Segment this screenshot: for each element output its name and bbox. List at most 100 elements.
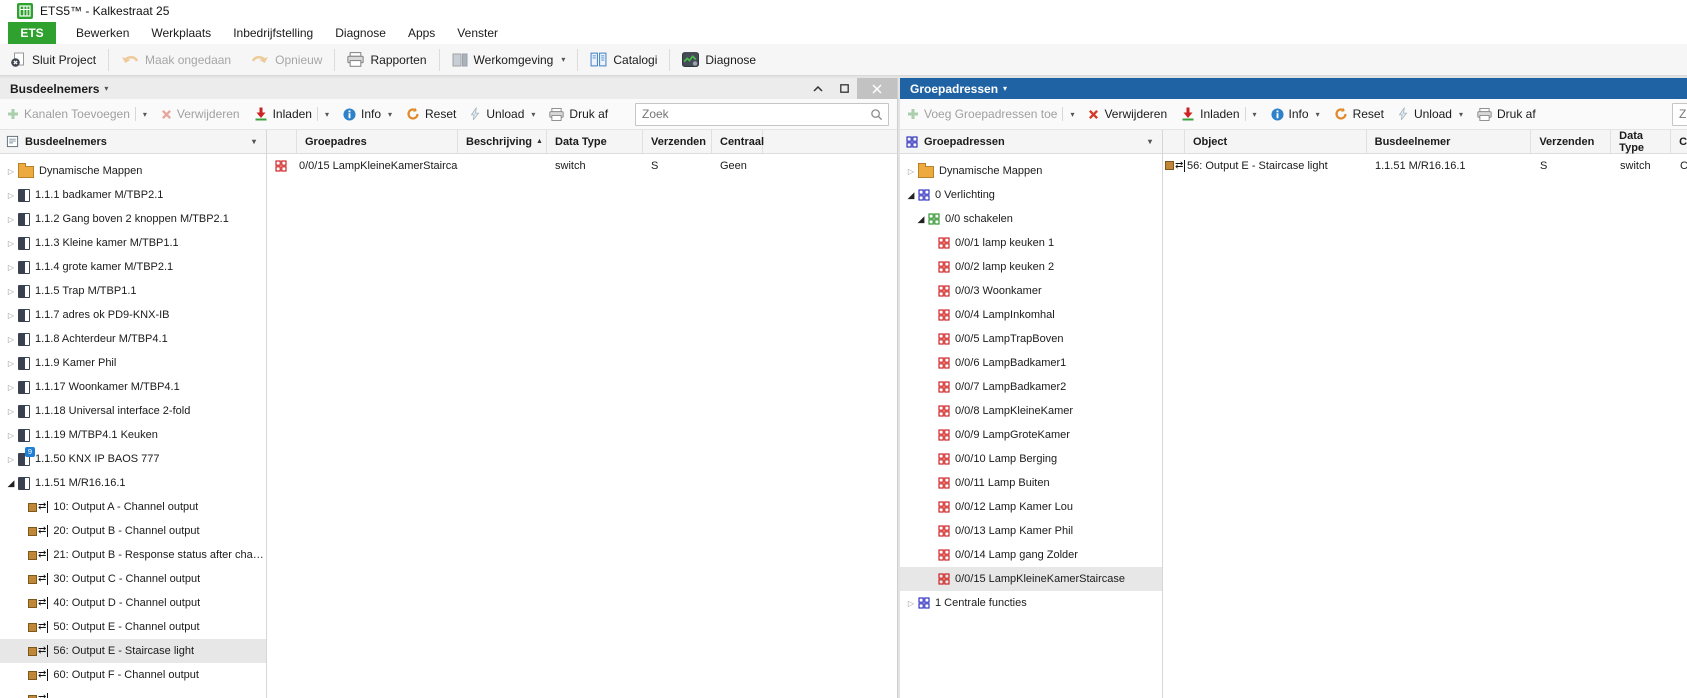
expander-collapsed-icon[interactable]: ▷ xyxy=(4,215,18,224)
menu-inbedrijfstelling[interactable]: Inbedrijfstelling xyxy=(222,22,324,44)
column-beschrijving[interactable]: Beschrijving▲ xyxy=(458,130,547,153)
tree-item[interactable]: 0/0/2 lamp keuken 2 xyxy=(900,255,1162,279)
tree-item[interactable]: ▷Dynamische Mappen xyxy=(0,159,266,183)
tree-item[interactable]: ▷1.1.4 grote kamer M/TBP2.1 xyxy=(0,255,266,279)
tree-item[interactable]: ▷Dynamische Mappen xyxy=(900,159,1162,183)
chevron-down-icon[interactable]: ▾ xyxy=(1003,84,1007,93)
expander-collapsed-icon[interactable]: ▷ xyxy=(4,191,18,200)
tree-item[interactable]: ▷1.1.7 adres ok PD9-KNX-IB xyxy=(0,303,266,327)
close-panel-button[interactable] xyxy=(857,78,897,99)
expander-collapsed-icon[interactable]: ▷ xyxy=(4,263,18,272)
tree-item[interactable]: ▷1.1.5 Trap M/TBP1.1 xyxy=(0,279,266,303)
expander-collapsed-icon[interactable]: ▷ xyxy=(4,239,18,248)
tree-item[interactable]: 0/0/14 Lamp gang Zolder xyxy=(900,543,1162,567)
tree-item[interactable]: 0/0/6 LampBadkamer1 xyxy=(900,351,1162,375)
tree-item[interactable]: ⇄21: Output B - Response status after ch… xyxy=(0,543,266,567)
expander-collapsed-icon[interactable]: ▷ xyxy=(4,431,18,440)
tree-item[interactable]: ▷91.1.50 KNX IP BAOS 777 xyxy=(0,447,266,471)
tree-item[interactable]: ▷1.1.3 Kleine kamer M/TBP1.1 xyxy=(0,231,266,255)
unload-button[interactable]: Unload ▾ xyxy=(1391,99,1470,129)
tree-item[interactable]: ▷1 Centrale functies xyxy=(900,591,1162,615)
tree-item[interactable]: ⇄20: Output B - Channel output xyxy=(0,519,266,543)
tree-item[interactable]: 0/0/15 LampKleineKamerStaircase xyxy=(900,567,1162,591)
expander-collapsed-icon[interactable]: ▷ xyxy=(4,167,18,176)
tree-item[interactable]: ▷1.1.17 Woonkamer M/TBP4.1 xyxy=(0,375,266,399)
unload-button[interactable]: Unload ▾ xyxy=(463,99,542,129)
reports-button[interactable]: Rapporten xyxy=(337,44,436,75)
tree-item[interactable]: 0/0/11 Lamp Buiten xyxy=(900,471,1162,495)
reset-button[interactable]: Reset xyxy=(1327,99,1391,129)
expander-collapsed-icon[interactable]: ▷ xyxy=(4,383,18,392)
diagnostics-button[interactable]: Diagnose xyxy=(672,44,766,75)
column-centraal[interactable]: C xyxy=(1671,130,1687,153)
tree-item[interactable]: ⇄60: Output F - Channel output xyxy=(0,663,266,687)
table-row[interactable]: 0/0/15 LampKleineKamerStaircase switch S… xyxy=(267,154,897,177)
expander-collapsed-icon[interactable]: ▷ xyxy=(4,311,18,320)
info-button[interactable]: Info ▾ xyxy=(336,99,399,129)
column-data-type[interactable]: Data Type xyxy=(1611,130,1671,153)
tree-item[interactable]: ▷1.1.2 Gang boven 2 knoppen M/TBP2.1 xyxy=(0,207,266,231)
devices-tree-header[interactable]: Busdeelnemers ▾ xyxy=(0,130,266,154)
add-group-addresses-button[interactable]: Voeg Groepadressen toe ▾ xyxy=(900,99,1081,129)
expander-collapsed-icon[interactable]: ▷ xyxy=(4,407,18,416)
tree-item[interactable]: ⇄40: Output D - Channel output xyxy=(0,591,266,615)
tree-item[interactable]: ▷1.1.9 Kamer Phil xyxy=(0,351,266,375)
tree-item[interactable]: ⇄ xyxy=(0,687,266,698)
menu-bewerken[interactable]: Bewerken xyxy=(65,22,140,44)
expander-expanded-icon[interactable]: ◢ xyxy=(4,478,18,489)
tree-item[interactable]: ▷1.1.19 M/TBP4.1 Keuken xyxy=(0,423,266,447)
tree-item[interactable]: 0/0/3 Woonkamer xyxy=(900,279,1162,303)
tree-item[interactable]: 0/0/13 Lamp Kamer Phil xyxy=(900,519,1162,543)
tree-item[interactable]: 0/0/5 LampTrapBoven xyxy=(900,327,1162,351)
menu-apps[interactable]: Apps xyxy=(397,22,446,44)
tree-item[interactable]: 0/0/7 LampBadkamer2 xyxy=(900,375,1162,399)
workspace-button[interactable]: Werkomgeving ▾ xyxy=(442,44,576,75)
print-button[interactable]: Druk af xyxy=(1470,99,1543,129)
menu-ets-button[interactable]: ETS xyxy=(8,22,56,44)
tree-item[interactable]: 0/0/12 Lamp Kamer Lou xyxy=(900,495,1162,519)
close-project-button[interactable]: Sluit Project xyxy=(0,44,106,75)
menu-werkplaats[interactable]: Werkplaats xyxy=(140,22,222,44)
column-groepadres[interactable]: Groepadres xyxy=(297,130,458,153)
group-addresses-tree-header[interactable]: Groepadressen ▾ xyxy=(900,130,1162,154)
panel-title[interactable]: Groepadressen xyxy=(910,82,998,96)
tree-item[interactable]: ▷1.1.8 Achterdeur M/TBP4.1 xyxy=(0,327,266,351)
tree-item[interactable]: ▷1.1.1 badkamer M/TBP2.1 xyxy=(0,183,266,207)
add-channels-button[interactable]: Kanalen Toevoegen ▾ xyxy=(0,99,154,129)
tree-item[interactable]: ⇄56: Output E - Staircase light xyxy=(0,639,266,663)
chevron-down-icon[interactable]: ▾ xyxy=(104,84,108,93)
tree-item[interactable]: ⇄10: Output A - Channel output xyxy=(0,495,266,519)
column-data-type[interactable]: Data Type xyxy=(547,130,643,153)
tree-item[interactable]: 0/0/8 LampKleineKamer xyxy=(900,399,1162,423)
tree-item[interactable]: 0/0/10 Lamp Berging xyxy=(900,447,1162,471)
column-verzenden[interactable]: Verzenden xyxy=(1531,130,1611,153)
redo-button[interactable]: Opnieuw xyxy=(241,44,332,75)
column-centraal[interactable]: Centraal xyxy=(712,130,763,153)
expander-expanded-icon[interactable]: ◢ xyxy=(904,190,918,201)
column-verzenden[interactable]: Verzenden xyxy=(643,130,712,153)
download-button[interactable]: Inladen ▾ xyxy=(247,99,336,129)
menu-diagnose[interactable]: Diagnose xyxy=(324,22,397,44)
print-button[interactable]: Druk af xyxy=(542,99,615,129)
tree-item[interactable]: ◢1.1.51 M/R16.16.1 xyxy=(0,471,266,495)
menu-venster[interactable]: Venster xyxy=(446,22,509,44)
table-row[interactable]: ⇄ 56: Output E - Staircase light 1.1.51 … xyxy=(1163,154,1687,177)
search-input[interactable] xyxy=(1673,107,1687,121)
maximize-panel-button[interactable] xyxy=(831,78,857,99)
catalogs-button[interactable]: Catalogi xyxy=(580,44,667,75)
collapse-panel-button[interactable] xyxy=(805,78,831,99)
tree-item[interactable]: ⇄30: Output C - Channel output xyxy=(0,567,266,591)
expander-collapsed-icon[interactable]: ▷ xyxy=(4,335,18,344)
download-button[interactable]: Inladen ▾ xyxy=(1174,99,1263,129)
reset-button[interactable]: Reset xyxy=(399,99,463,129)
expander-expanded-icon[interactable]: ◢ xyxy=(914,214,928,225)
info-button[interactable]: Info ▾ xyxy=(1264,99,1327,129)
tree-item[interactable]: 0/0/9 LampGroteKamer xyxy=(900,423,1162,447)
column-object[interactable]: Object xyxy=(1185,130,1367,153)
expander-collapsed-icon[interactable]: ▷ xyxy=(904,167,918,176)
delete-button[interactable]: Verwijderen xyxy=(1081,99,1174,129)
expander-collapsed-icon[interactable]: ▷ xyxy=(4,287,18,296)
tree-item[interactable]: 0/0/4 LampInkomhal xyxy=(900,303,1162,327)
panel-title[interactable]: Busdeelnemers xyxy=(10,82,99,96)
tree-item[interactable]: ▷1.1.18 Universal interface 2-fold xyxy=(0,399,266,423)
